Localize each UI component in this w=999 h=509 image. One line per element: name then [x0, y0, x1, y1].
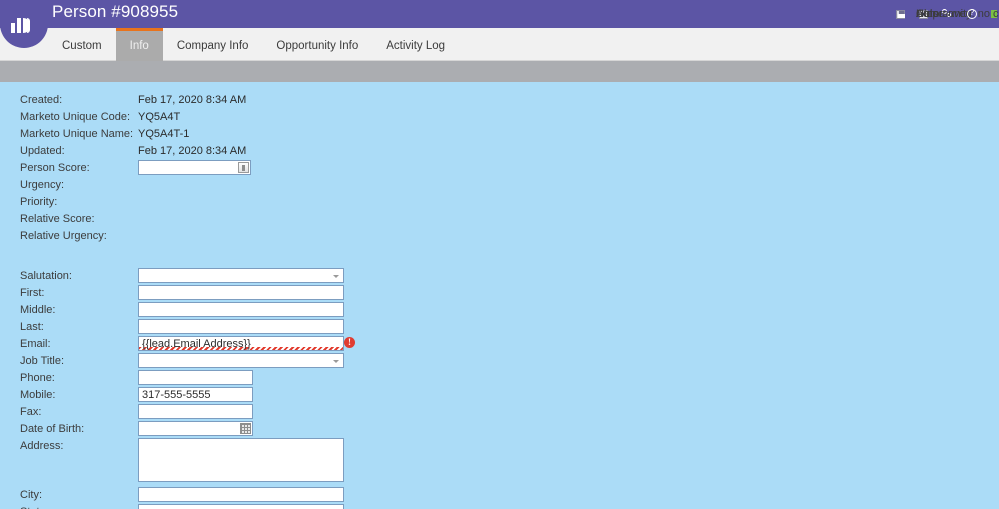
person-score-group — [138, 160, 251, 176]
updated-value: Feb 17, 2020 8:34 AM — [138, 145, 247, 157]
person-score-label: Person Score: — [20, 162, 90, 174]
fax-label: Fax: — [20, 406, 42, 418]
chevron-down-icon — [333, 275, 339, 278]
phone-input[interactable] — [138, 370, 253, 385]
urgency-label: Urgency: — [20, 179, 65, 191]
created-label: Created: — [20, 94, 63, 106]
tab-list: Custom Info Company Info Opportunity Inf… — [48, 28, 459, 61]
tab-opportunity-info[interactable]: Opportunity Info — [262, 28, 372, 61]
job-title-select[interactable] — [138, 353, 344, 368]
salutation-label: Salutation: — [20, 270, 72, 282]
tab-activity-log[interactable]: Activity Log — [372, 28, 459, 61]
phone-label: Phone: — [20, 372, 55, 384]
address-textarea[interactable] — [138, 438, 344, 482]
help-label: Help — [916, 7, 939, 20]
tab-company-info[interactable]: Company Info — [163, 28, 263, 61]
marketo-unique-code-value: YQ5A4T — [138, 111, 181, 123]
marketo-unique-name-value: YQ5A4T-1 — [138, 128, 190, 140]
job-title-group — [138, 353, 344, 368]
state-input[interactable] — [138, 504, 344, 509]
email-input[interactable] — [138, 336, 344, 351]
tab-info[interactable]: Info — [115, 28, 163, 61]
marketo-unique-code-label: Marketo Unique Code: — [20, 111, 131, 123]
person-score-stepper-icon[interactable] — [238, 162, 249, 173]
first-name-label: First: — [20, 287, 45, 299]
page-title: Person #908955 — [52, 2, 179, 21]
calendar-icon[interactable] — [240, 423, 251, 434]
email-label: Email: — [20, 338, 51, 350]
logo-bars-icon — [11, 16, 30, 33]
top-header-bar: Person #908955 Auto-saved: no changes ✖ … — [0, 0, 999, 28]
middle-name-label: Middle: — [20, 304, 56, 316]
date-of-birth-group — [138, 421, 253, 437]
toolbar-band — [0, 61, 999, 82]
relative-score-label: Relative Score: — [20, 213, 95, 225]
floppy-disk-icon — [896, 9, 905, 19]
date-of-birth-input[interactable] — [138, 421, 253, 436]
middle-name-input[interactable] — [138, 302, 344, 317]
community-link[interactable]: Community — [916, 8, 972, 19]
mobile-input[interactable] — [138, 387, 253, 402]
tab-custom[interactable]: Custom — [48, 28, 116, 61]
job-title-label: Job Title: — [20, 355, 65, 367]
salutation-select[interactable] — [138, 268, 344, 283]
date-of-birth-label: Date of Birth: — [20, 423, 85, 435]
first-name-input[interactable] — [138, 285, 344, 300]
address-label: Address: — [20, 440, 64, 452]
last-name-input[interactable] — [138, 319, 344, 334]
relative-urgency-label: Relative Urgency: — [20, 230, 107, 242]
priority-label: Priority: — [20, 196, 58, 208]
created-value: Feb 17, 2020 8:34 AM — [138, 94, 247, 106]
chevron-down-icon — [333, 360, 339, 363]
marketo-unique-name-label: Marketo Unique Name: — [20, 128, 134, 140]
auto-save-status[interactable]: Auto-saved: no changes — [896, 8, 999, 19]
state-label: State: — [20, 504, 49, 509]
city-label: City: — [20, 489, 42, 501]
help-link[interactable]: Help — [916, 8, 977, 19]
tab-strip: Custom Info Company Info Opportunity Inf… — [0, 28, 999, 61]
help-question-icon — [967, 8, 977, 19]
last-name-label: Last: — [20, 321, 44, 333]
updated-label: Updated: — [20, 145, 65, 157]
mobile-label: Mobile: — [20, 389, 56, 401]
marketo-logo[interactable] — [0, 0, 48, 48]
salutation-group — [138, 268, 344, 283]
fax-input[interactable] — [138, 404, 253, 419]
person-score-input[interactable] — [138, 160, 251, 175]
email-error-icon[interactable]: ! — [344, 337, 355, 348]
person-info-form: Created: Feb 17, 2020 8:34 AM Marketo Un… — [0, 82, 999, 509]
city-input[interactable] — [138, 487, 344, 502]
header-actions: Auto-saved: no changes ✖ Close Community… — [896, 0, 999, 28]
